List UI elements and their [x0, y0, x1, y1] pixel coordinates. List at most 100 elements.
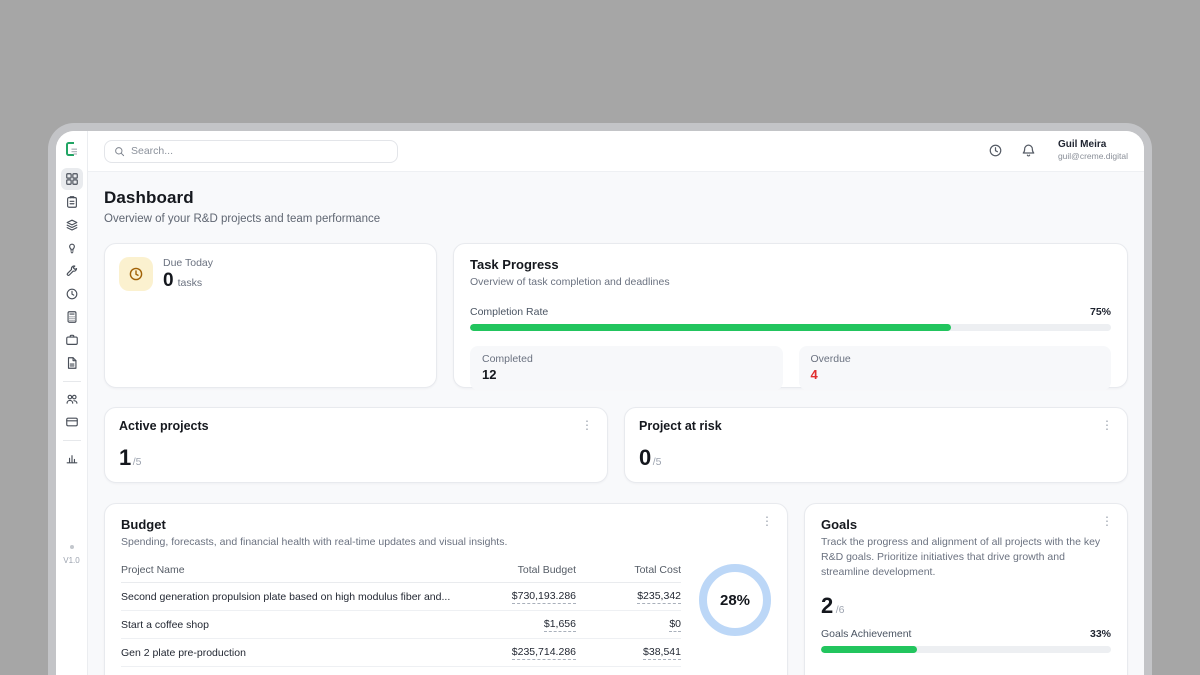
- device-frame: V1.0: [48, 123, 1152, 675]
- project-name-cell: Gen 2 plate pre-production: [121, 647, 461, 659]
- page-title: Dashboard: [104, 188, 1128, 208]
- goals-card: Goals ⋮ Track the progress and alignment…: [804, 503, 1128, 675]
- active-projects-card: Active projects ⋮ 1 /5: [104, 407, 608, 483]
- sidebar-item-billing[interactable]: [61, 411, 83, 433]
- search-icon: [114, 146, 125, 157]
- budget-usage-gauge: 28%: [699, 564, 771, 636]
- project-at-risk-title: Project at risk: [639, 419, 1113, 433]
- completion-rate-label: Completion Rate: [470, 306, 548, 318]
- goals-value: 2: [821, 593, 833, 619]
- kebab-menu-icon[interactable]: ⋮: [1098, 513, 1116, 529]
- sidebar-item-ideas[interactable]: [61, 237, 83, 259]
- briefcase-icon: [65, 333, 79, 347]
- sidebar-item-tools[interactable]: [61, 260, 83, 282]
- project-name-cell: Second generation propulsion plate based…: [121, 591, 461, 603]
- sidebar-divider: [63, 440, 81, 441]
- wrench-icon: [65, 264, 79, 278]
- overdue-value: 4: [811, 367, 1100, 382]
- kebab-menu-icon[interactable]: ⋮: [758, 513, 776, 529]
- sidebar-item-documents[interactable]: [61, 352, 83, 374]
- sidebar-item-calculator[interactable]: [61, 306, 83, 328]
- due-today-card: Due Today 0 tasks: [104, 243, 437, 388]
- completed-stat: Completed 12: [470, 346, 783, 390]
- due-today-value: 0: [163, 270, 174, 292]
- budget-subtitle: Spending, forecasts, and financial healt…: [121, 535, 771, 550]
- app-logo-icon[interactable]: [63, 140, 81, 158]
- due-today-unit: tasks: [178, 277, 203, 289]
- status-dot: [70, 545, 74, 549]
- kebab-menu-icon[interactable]: ⋮: [578, 417, 596, 433]
- sidebar-item-team[interactable]: [61, 388, 83, 410]
- history-clock-icon[interactable]: [988, 143, 1004, 159]
- goals-achievement-label: Goals Achievement: [821, 628, 911, 640]
- task-progress-card: Task Progress Overview of task completio…: [453, 243, 1128, 388]
- user-name: Guil Meira: [1058, 139, 1128, 151]
- sidebar-item-reports[interactable]: [61, 447, 83, 469]
- column-project-name: Project Name: [121, 564, 461, 576]
- calculator-icon: [65, 310, 79, 324]
- clock-icon: [65, 287, 79, 301]
- user-email: guil@creme.digital: [1058, 151, 1128, 162]
- budget-table-row[interactable]: Gen 2 plate pre-production $235,714.286 …: [121, 639, 681, 667]
- search-input[interactable]: [104, 140, 398, 163]
- completion-progress-fill: [470, 324, 951, 331]
- total-budget-value[interactable]: $235,714.286: [512, 646, 576, 660]
- active-projects-total: /5: [133, 456, 142, 468]
- due-today-clock-icon: [119, 257, 153, 291]
- task-progress-title: Task Progress: [470, 257, 1111, 272]
- goals-title: Goals: [821, 517, 1111, 532]
- clipboard-icon: [65, 195, 79, 209]
- goals-progress-bar: [821, 646, 1111, 653]
- page-subtitle: Overview of your R&D projects and team p…: [104, 213, 1128, 225]
- budget-title: Budget: [121, 517, 771, 532]
- layers-icon: [65, 218, 79, 232]
- sidebar-divider: [63, 381, 81, 382]
- credit-card-icon: [65, 415, 79, 429]
- completed-value: 12: [482, 367, 771, 382]
- sidebar: V1.0: [56, 131, 88, 675]
- app-window: V1.0: [56, 131, 1144, 675]
- completion-rate-value: 75%: [1090, 306, 1111, 318]
- budget-table-row[interactable]: Second generation propulsion plate based…: [121, 583, 681, 611]
- overdue-stat: Overdue 4: [799, 346, 1112, 390]
- goals-subtitle: Track the progress and alignment of all …: [821, 535, 1111, 581]
- total-budget-value[interactable]: $1,656: [544, 618, 576, 632]
- project-at-risk-card: Project at risk ⋮ 0 /5: [624, 407, 1128, 483]
- total-cost-value[interactable]: $0: [669, 618, 681, 632]
- notifications-bell-icon[interactable]: [1021, 143, 1037, 159]
- goals-achievement-value: 33%: [1090, 628, 1111, 640]
- completed-label: Completed: [482, 353, 771, 365]
- dashboard-content: Dashboard Overview of your R&D projects …: [88, 172, 1144, 675]
- bar-chart-icon: [65, 451, 79, 465]
- sidebar-item-layers[interactable]: [61, 214, 83, 236]
- kebab-menu-icon[interactable]: ⋮: [1098, 417, 1116, 433]
- top-bar: Guil Meira guil@creme.digital: [88, 131, 1144, 172]
- goals-total: /6: [836, 604, 845, 616]
- version-label: V1.0: [63, 556, 79, 565]
- dashboard-grid-icon: [65, 172, 79, 186]
- user-menu[interactable]: Guil Meira guil@creme.digital: [1058, 139, 1128, 162]
- budget-table-header: Project Name Total Budget Total Cost: [121, 564, 681, 583]
- active-projects-title: Active projects: [119, 419, 593, 433]
- budget-table-row[interactable]: Start a coffee shop $1,656 $0: [121, 611, 681, 639]
- lightbulb-icon: [65, 241, 79, 255]
- project-at-risk-value: 0: [639, 445, 651, 471]
- total-cost-value[interactable]: $38,541: [643, 646, 681, 660]
- sidebar-item-time[interactable]: [61, 283, 83, 305]
- column-total-budget: Total Budget: [461, 564, 576, 576]
- sidebar-item-tasks[interactable]: [61, 191, 83, 213]
- sidebar-item-dashboard[interactable]: [61, 168, 83, 190]
- search-field[interactable]: [131, 145, 388, 157]
- budget-table-row[interactable]: Creighton Beryllium mine project $0 $0: [121, 667, 681, 675]
- overdue-label: Overdue: [811, 353, 1100, 365]
- goals-progress-fill: [821, 646, 917, 653]
- project-at-risk-total: /5: [653, 456, 662, 468]
- budget-table: Project Name Total Budget Total Cost Sec…: [121, 564, 681, 675]
- budget-usage-percent: 28%: [720, 592, 750, 609]
- project-name-cell: Start a coffee shop: [121, 619, 461, 631]
- total-budget-value[interactable]: $730,193.286: [512, 590, 576, 604]
- sidebar-item-portfolio[interactable]: [61, 329, 83, 351]
- task-progress-subtitle: Overview of task completion and deadline…: [470, 275, 1111, 290]
- total-cost-value[interactable]: $235,342: [637, 590, 681, 604]
- budget-card: Budget ⋮ Spending, forecasts, and financ…: [104, 503, 788, 675]
